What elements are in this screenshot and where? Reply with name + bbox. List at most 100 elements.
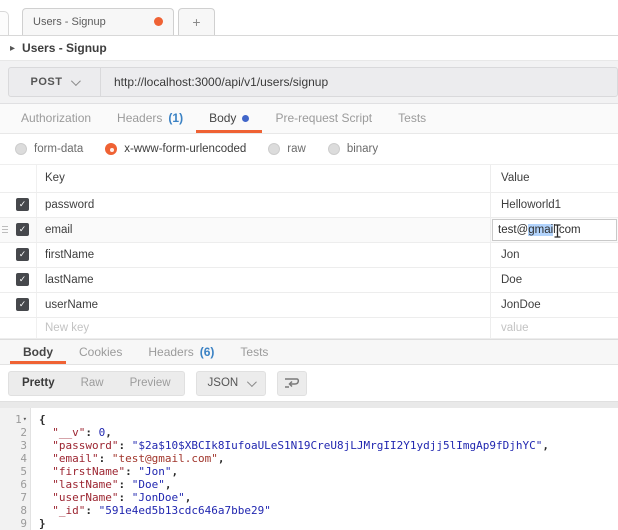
token-w	[39, 504, 52, 517]
line-number: 4	[0, 452, 30, 465]
body-mode-form-data[interactable]: form-data	[15, 143, 83, 155]
url-text: http://localhost:3000/api/v1/users/signu…	[114, 75, 328, 89]
new-value-input[interactable]: value	[490, 318, 618, 338]
tab-headers[interactable]: Headers(1)	[104, 104, 196, 133]
line-number: 5	[0, 465, 30, 478]
code-line: "email": "test@gmail.com",	[39, 452, 618, 465]
plus-icon: +	[192, 14, 200, 30]
body-mode-x-www-form-urlencoded[interactable]: x-www-form-urlencoded	[105, 143, 246, 155]
fold-caret-icon[interactable]: ▾	[23, 413, 27, 426]
token-k: "lastName"	[52, 478, 118, 491]
selected-text: gmai	[528, 224, 553, 236]
view-mode-raw[interactable]: Raw	[68, 377, 117, 389]
postman-app: Users - Signup + ▸ Users - Signup POST h…	[0, 0, 618, 530]
param-row-lastName: ✓ lastNameDoe	[0, 268, 618, 293]
param-value-cell[interactable]: JonDoe	[490, 293, 618, 317]
view-mode-preview[interactable]: Preview	[117, 377, 184, 389]
token-p: :	[118, 478, 131, 491]
request-header-row[interactable]: ▸ Users - Signup	[0, 36, 618, 62]
token-s: "Doe"	[132, 478, 165, 491]
param-value-input-active[interactable]: test@gmail.com	[492, 219, 617, 241]
radio-icon	[15, 143, 27, 155]
body-mode-raw[interactable]: raw	[268, 143, 306, 155]
checkbox-cell: ✓	[9, 268, 36, 292]
format-label: JSON	[208, 377, 239, 389]
line-number: 1▾	[0, 413, 30, 426]
param-row-email: ✓ emailtest@gmail.com	[0, 218, 618, 243]
checkbox-checked[interactable]: ✓	[16, 248, 29, 261]
code-line: "lastName": "Doe",	[39, 478, 618, 491]
tab-body[interactable]: Body	[10, 340, 66, 365]
tab-tests[interactable]: Tests	[227, 340, 281, 365]
new-key-input[interactable]: New key	[36, 318, 490, 338]
tab-label: Tests	[240, 345, 268, 359]
request-tab[interactable]: Users - Signup	[22, 8, 174, 35]
tab-label: Pre-request Script	[275, 111, 372, 125]
checkbox-checked[interactable]: ✓	[16, 273, 29, 286]
param-value-cell[interactable]: Doe	[490, 268, 618, 292]
new-tab-button[interactable]: +	[178, 8, 215, 35]
chevron-down-icon	[247, 377, 257, 387]
token-p: {	[39, 413, 46, 426]
view-mode-pretty[interactable]: Pretty	[9, 377, 68, 389]
line-number-text: 7	[20, 491, 27, 504]
tab-headers[interactable]: Headers(6)	[135, 340, 227, 365]
url-input[interactable]: http://localhost:3000/api/v1/users/signu…	[101, 68, 617, 96]
param-row-firstName: ✓ firstNameJon	[0, 243, 618, 268]
line-number-text: 4	[20, 452, 27, 465]
body-mode-label: form-data	[34, 143, 83, 155]
param-key-input[interactable]: email	[36, 218, 490, 242]
param-row-new: New keyvalue	[0, 318, 618, 339]
response-toolbar: PrettyRawPreview JSON	[0, 365, 618, 401]
tab-label: Tests	[398, 111, 426, 125]
value-column-header: Value	[490, 165, 618, 192]
token-w	[39, 452, 52, 465]
radio-icon	[268, 143, 280, 155]
line-number-text: 2	[20, 426, 27, 439]
wrap-text-button[interactable]	[277, 371, 307, 396]
format-select[interactable]: JSON	[196, 371, 267, 396]
code-line: "__v": 0,	[39, 426, 618, 439]
tab-authorization[interactable]: Authorization	[8, 104, 104, 133]
response-tabs: Body Cookies Headers(6) Tests	[0, 339, 618, 366]
line-number-text: 8	[20, 504, 27, 517]
param-value-cell[interactable]: Helloworld1	[490, 193, 618, 217]
drag-handle-spacer	[0, 268, 9, 292]
line-number: 6	[0, 478, 30, 491]
key-column-header: Key	[36, 165, 490, 192]
tab-label: Authorization	[21, 111, 91, 125]
checkbox-cell: ✓	[9, 293, 36, 317]
token-p: ,	[542, 439, 549, 452]
token-p: :	[118, 439, 131, 452]
checkbox-checked[interactable]: ✓	[16, 223, 29, 236]
param-key-input[interactable]: lastName	[36, 268, 490, 292]
line-number-text: 6	[20, 478, 27, 491]
param-key-input[interactable]: userName	[36, 293, 490, 317]
tab-tests[interactable]: Tests	[385, 104, 439, 133]
param-key-input[interactable]: password	[36, 193, 490, 217]
tab-pre-request-script[interactable]: Pre-request Script	[262, 104, 385, 133]
tab-label: Cookies	[79, 345, 122, 359]
param-value-cell[interactable]: test@gmail.com	[490, 218, 618, 242]
body-mode-label: binary	[347, 143, 378, 155]
body-mode-binary[interactable]: binary	[328, 143, 378, 155]
token-k: "__v"	[52, 426, 85, 439]
tab-bar: Users - Signup +	[0, 0, 618, 36]
response-body-viewer: 1▾23456789 { "__v": 0, "password": "$2a$…	[0, 408, 618, 530]
tab-cookies[interactable]: Cookies	[66, 340, 135, 365]
param-value-cell[interactable]: Jon	[490, 243, 618, 267]
caret-right-icon: ▸	[10, 43, 15, 54]
checkbox-checked[interactable]: ✓	[16, 198, 29, 211]
line-number-text: 1	[15, 413, 22, 426]
drag-handle-icon[interactable]	[0, 218, 9, 242]
checkbox-checked[interactable]: ✓	[16, 298, 29, 311]
method-select[interactable]: POST	[9, 68, 101, 96]
code-line: "_id": "591e4ed5b13cdc646a7bbe29"	[39, 504, 618, 517]
param-key-input[interactable]: firstName	[36, 243, 490, 267]
json-code[interactable]: { "__v": 0, "password": "$2a$10$XBCIk8Iu…	[31, 408, 618, 530]
tab-body[interactable]: Body	[196, 104, 262, 133]
token-p: :	[85, 426, 98, 439]
line-number: 8	[0, 504, 30, 517]
radio-icon	[105, 143, 117, 155]
drag-handle-spacer	[0, 193, 9, 217]
